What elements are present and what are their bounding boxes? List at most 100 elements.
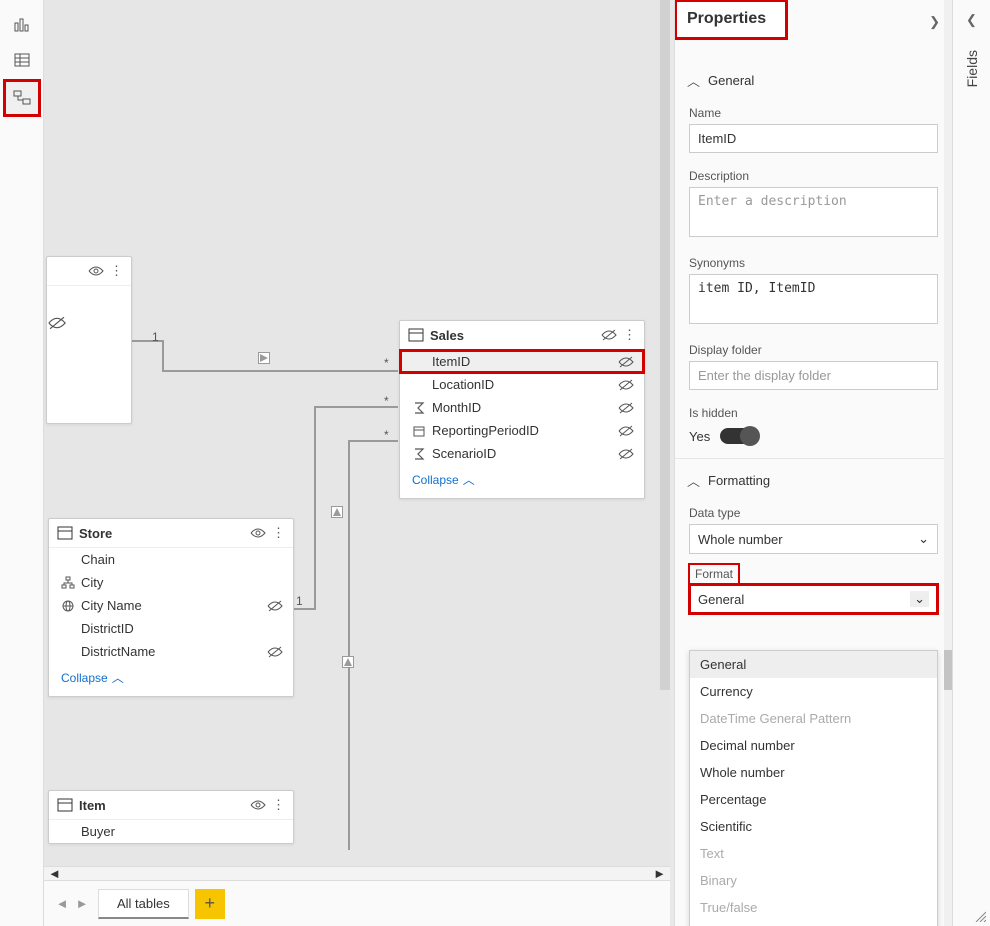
format-dropdown[interactable]: GeneralCurrencyDateTime General PatternD… [689, 650, 938, 926]
format-option[interactable]: Scientific [690, 813, 937, 840]
hidden-eye-icon[interactable] [267, 600, 283, 612]
format-select[interactable]: General ⌄ [689, 584, 938, 614]
field-row[interactable]: City Name [49, 594, 293, 617]
field-label: City [81, 575, 283, 590]
more-icon[interactable]: ⋮ [272, 797, 285, 813]
section-label: General [708, 73, 754, 88]
format-option: DateTime General Pattern [690, 705, 937, 732]
data-view-button[interactable] [4, 42, 40, 78]
name-label: Name [675, 98, 952, 124]
fields-pane-collapsed[interactable]: ❮ Fields [952, 0, 990, 926]
field-row[interactable]: Buyer [49, 820, 293, 843]
section-label: Formatting [708, 473, 770, 488]
table-card-unknown[interactable]: ⋮ [46, 256, 132, 424]
hidden-eye-icon[interactable] [618, 402, 634, 414]
is-hidden-label: Is hidden [675, 398, 952, 424]
section-formatting[interactable]: ︿ Formatting [675, 458, 952, 498]
field-row[interactable]: ItemID [400, 350, 644, 373]
field-type-icon [59, 576, 77, 590]
properties-pane: Properties ❯ ︿ General Name Description … [674, 0, 952, 926]
eye-icon[interactable] [250, 799, 266, 811]
field-label: ReportingPeriodID [432, 423, 618, 438]
format-value: General [698, 592, 744, 607]
field-label: ScenarioID [432, 446, 618, 461]
field-type-icon [410, 447, 428, 461]
view-rail [0, 0, 44, 926]
field-row[interactable]: DistrictID [49, 617, 293, 640]
bar-chart-icon [13, 15, 31, 33]
section-general[interactable]: ︿ General [675, 59, 952, 98]
field-type-icon [410, 401, 428, 415]
synonyms-input[interactable] [689, 274, 938, 324]
collapse-pane-icon[interactable]: ❯ [929, 14, 940, 30]
table-icon [57, 798, 73, 812]
hidden-eye-icon[interactable] [601, 329, 617, 341]
model-view-button[interactable] [4, 80, 40, 116]
format-option: Text [690, 840, 937, 867]
card-header-store: Store ⋮ [49, 519, 293, 548]
hidden-eye-icon[interactable] [618, 356, 634, 368]
tab-next-icon[interactable]: ► [72, 896, 92, 911]
description-input[interactable] [689, 187, 938, 237]
field-row[interactable]: DistrictName [49, 640, 293, 663]
description-label: Description [675, 161, 952, 187]
chevron-up-icon: ︿ [687, 471, 700, 490]
card-title: Sales [430, 328, 595, 343]
table-card-item[interactable]: Item ⋮ Buyer [48, 790, 294, 844]
canvas-hscroll[interactable]: ◄ ► [44, 866, 670, 880]
scroll-left-icon[interactable]: ◄ [48, 866, 61, 881]
chevron-down-icon: ⌄ [918, 531, 929, 547]
more-icon[interactable]: ⋮ [623, 327, 636, 343]
data-type-label: Data type [675, 498, 952, 524]
filter-direction-icon [342, 656, 354, 668]
hidden-eye-icon[interactable] [618, 379, 634, 391]
resize-handle-icon[interactable] [972, 908, 988, 924]
field-row[interactable]: MonthID [400, 396, 644, 419]
format-option[interactable]: General [690, 651, 937, 678]
format-option[interactable]: Currency [690, 678, 937, 705]
format-option[interactable]: Percentage [690, 786, 937, 813]
filter-direction-icon [331, 506, 343, 518]
data-type-select[interactable]: Whole number ⌄ [689, 524, 938, 554]
add-tab-button[interactable]: + [195, 889, 225, 919]
scroll-right-icon[interactable]: ► [653, 866, 666, 881]
field-label: City Name [81, 598, 267, 613]
format-option[interactable]: Custom [690, 921, 937, 926]
report-view-button[interactable] [4, 6, 40, 42]
model-canvas[interactable]: ⋮ Sales ⋮ ItemIDLocationIDMonthID Reporti… [44, 0, 670, 880]
hidden-eye-icon[interactable] [267, 646, 283, 658]
format-option: Binary [690, 867, 937, 894]
collapse-link[interactable]: Collapse ︿ [49, 663, 293, 696]
props-vscroll[interactable] [944, 0, 952, 926]
card-title: Store [79, 526, 244, 541]
tab-prev-icon[interactable]: ◄ [52, 896, 72, 911]
is-hidden-toggle[interactable] [720, 428, 758, 444]
field-row[interactable]: City [49, 571, 293, 594]
format-option[interactable]: Decimal number [690, 732, 937, 759]
field-row[interactable]: ReportingPeriodID [400, 419, 644, 442]
cardinality-many: * [384, 356, 389, 370]
chevron-down-icon: ⌄ [910, 591, 929, 607]
cardinality-many: * [384, 394, 389, 408]
hidden-eye-icon[interactable] [618, 448, 634, 460]
display-folder-input[interactable] [689, 361, 938, 390]
tab-all-tables[interactable]: All tables [98, 889, 189, 919]
collapse-link[interactable]: Collapse ︿ [400, 465, 644, 498]
eye-icon[interactable] [88, 265, 104, 277]
filter-direction-icon [258, 352, 270, 364]
table-card-sales[interactable]: Sales ⋮ ItemIDLocationIDMonthID Reporting… [399, 320, 645, 499]
format-option[interactable]: Whole number [690, 759, 937, 786]
card-header-sales: Sales ⋮ [400, 321, 644, 350]
expand-fields-icon[interactable]: ❮ [966, 12, 977, 28]
canvas-vscroll[interactable] [660, 0, 670, 690]
hidden-eye-icon[interactable] [618, 425, 634, 437]
more-icon[interactable]: ⋮ [272, 525, 285, 541]
cardinality-one: 1 [296, 594, 303, 608]
field-row[interactable]: ScenarioID [400, 442, 644, 465]
name-input[interactable] [689, 124, 938, 153]
table-card-store[interactable]: Store ⋮ Chain City City Name DistrictIDDist… [48, 518, 294, 697]
more-icon[interactable]: ⋮ [110, 263, 123, 279]
field-row[interactable]: LocationID [400, 373, 644, 396]
field-row[interactable]: Chain [49, 548, 293, 571]
eye-icon[interactable] [250, 527, 266, 539]
